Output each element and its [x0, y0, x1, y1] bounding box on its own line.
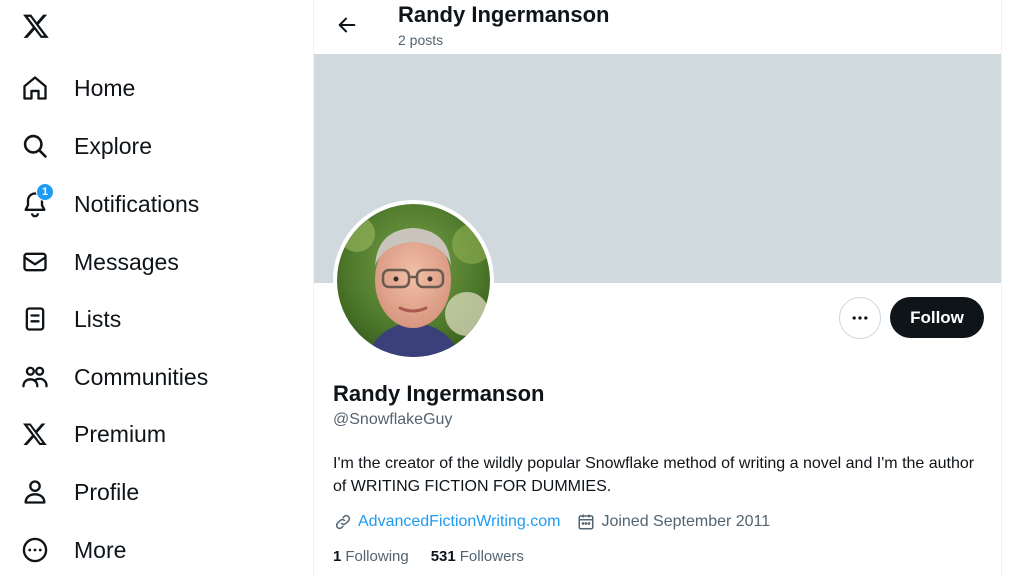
notification-badge: 1 — [36, 183, 54, 201]
avatar-photo — [337, 204, 490, 357]
nav-label-lists: Lists — [74, 305, 122, 332]
nav-label-premium: Premium — [74, 420, 167, 447]
bell-icon: 1 — [20, 183, 54, 219]
communities-icon — [20, 362, 50, 392]
arrow-left-icon — [338, 17, 356, 33]
x-logo-icon — [20, 419, 50, 449]
post-count: 2 posts — [398, 32, 444, 48]
profile-column: Randy Ingermanson 2 posts Follow Randy I… — [313, 0, 1002, 576]
more-circle-icon — [20, 535, 50, 565]
nav-item-premium[interactable]: Premium — [20, 414, 166, 454]
sidebar-nav: Home Explore 1 Notifications Messages Li… — [0, 0, 313, 576]
followers-link[interactable]: 531 Followers — [431, 548, 524, 565]
nav-item-lists[interactable]: Lists — [20, 299, 121, 339]
calendar-icon — [576, 512, 596, 532]
header-title: Randy Ingermanson — [398, 2, 610, 27]
profile-meta: AdvancedFictionWriting.com Joined Septem… — [333, 512, 770, 532]
avatar[interactable] — [333, 200, 494, 361]
nav-label-notifications: Notifications — [74, 190, 200, 217]
follow-stats: 1 Following 531 Followers — [333, 548, 524, 565]
nav-label-home: Home — [74, 74, 136, 101]
nav-item-messages[interactable]: Messages — [20, 242, 179, 282]
envelope-icon — [20, 247, 50, 277]
back-button[interactable] — [330, 8, 364, 42]
nav-label-explore: Explore — [74, 132, 152, 159]
nav-item-communities[interactable]: Communities — [20, 357, 208, 397]
nav-label-profile: Profile — [74, 478, 140, 505]
link-icon — [333, 512, 353, 532]
profile-handle: @SnowflakeGuy — [333, 411, 453, 428]
home-icon — [20, 73, 50, 103]
nav-item-notifications[interactable]: 1 Notifications — [20, 183, 200, 224]
nav-item-explore[interactable]: Explore — [20, 126, 152, 166]
follow-button[interactable]: Follow — [890, 297, 984, 338]
nav-item-more[interactable]: More — [20, 530, 126, 570]
x-logo-icon[interactable] — [20, 10, 52, 42]
search-icon — [20, 131, 50, 161]
joined-date: Joined September 2011 — [576, 512, 770, 532]
nav-item-profile[interactable]: Profile — [20, 472, 139, 512]
nav-item-home[interactable]: Home — [20, 68, 135, 108]
website-link[interactable]: AdvancedFictionWriting.com — [358, 513, 560, 531]
following-link[interactable]: 1 Following — [333, 548, 409, 565]
nav-label-more: More — [74, 536, 127, 563]
following-count: 1 — [333, 548, 342, 565]
nav-label-communities: Communities — [74, 363, 209, 390]
profile-name: Randy Ingermanson — [333, 381, 545, 406]
ellipsis-icon — [852, 316, 868, 320]
followers-count: 531 — [430, 548, 456, 565]
nav-label-messages: Messages — [74, 248, 179, 275]
list-icon — [20, 304, 50, 334]
following-label: Following — [345, 548, 409, 565]
profile-header: Randy Ingermanson 2 posts — [314, 0, 1001, 54]
person-icon — [20, 477, 50, 507]
joined-text: Joined September 2011 — [601, 513, 771, 530]
followers-label: Followers — [459, 548, 524, 565]
profile-bio: I'm the creator of the wildly popular Sn… — [333, 455, 975, 495]
more-options-button[interactable] — [839, 297, 881, 339]
